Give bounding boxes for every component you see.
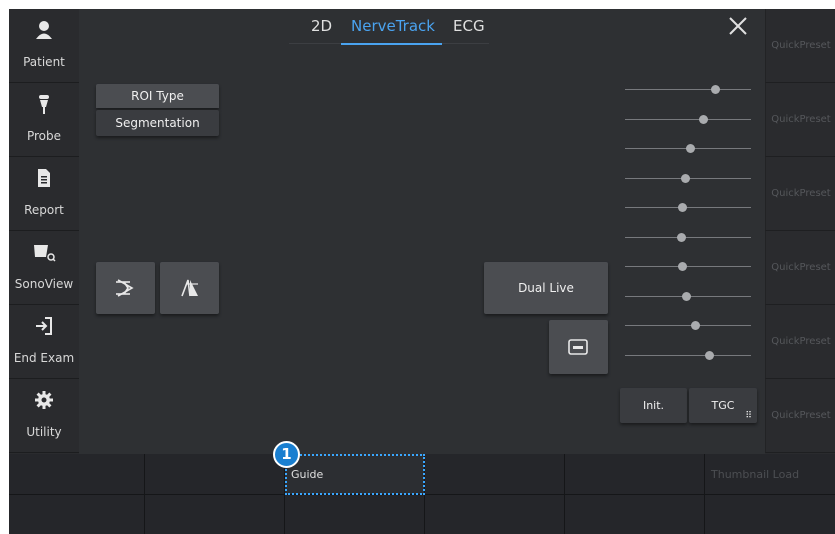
tgc-slider-track[interactable]: [625, 118, 751, 120]
soft-key-7[interactable]: [9, 495, 145, 534]
tgc-button[interactable]: TGC ⠿: [689, 388, 757, 423]
needle-icon: [181, 279, 198, 297]
display-icon: [568, 339, 588, 355]
soft-key-10[interactable]: [425, 495, 565, 534]
roi-type-button[interactable]: ROI Type: [96, 84, 219, 108]
nav-item-patient[interactable]: Patient: [9, 9, 79, 83]
quick-preset-6[interactable]: QuickPreset: [765, 379, 835, 453]
thumbnail-load-button[interactable]: Thumbnail Load: [705, 454, 835, 495]
flip-direction-button[interactable]: [96, 262, 155, 314]
close-button[interactable]: [725, 13, 751, 39]
close-icon: [729, 17, 747, 35]
nav-label: SonoView: [14, 277, 74, 291]
dual-live-button[interactable]: Dual Live: [484, 262, 608, 314]
tgc-slider-track[interactable]: [625, 89, 751, 90]
tgc-label: TGC: [711, 399, 735, 412]
probe-icon: [9, 93, 79, 115]
nav-item-sonoview[interactable]: SonoView: [9, 231, 79, 305]
tab-nervetrack[interactable]: NerveTrack: [351, 17, 435, 35]
soft-key-5[interactable]: [565, 454, 705, 495]
tgc-slider-track[interactable]: [625, 207, 751, 208]
nav-label: Utility: [26, 425, 62, 439]
tgc-slider-knob[interactable]: [678, 262, 688, 271]
soft-key-2[interactable]: [145, 454, 285, 495]
quick-preset-4[interactable]: QuickPreset: [765, 231, 835, 305]
tgc-slider-knob[interactable]: [682, 291, 692, 301]
bottom-soft-keys: Guide Thumbnail Load: [9, 454, 835, 534]
nav-item-probe[interactable]: Probe: [9, 83, 79, 157]
guide-button[interactable]: Guide: [285, 454, 425, 495]
soft-key-4[interactable]: [425, 454, 565, 495]
thumbnail-label: Thumbnail Load: [711, 468, 800, 481]
step-badge: 1: [273, 441, 300, 468]
ultrasound-app: Patient Probe Report SonoView End Exam U…: [9, 9, 835, 534]
nav-item-end-exam[interactable]: End Exam: [9, 305, 79, 379]
gear-icon: [9, 389, 79, 411]
tgc-slider-track[interactable]: [625, 266, 751, 267]
tgc-slider-knob[interactable]: [704, 350, 714, 360]
init-button[interactable]: Init.: [620, 388, 687, 423]
quick-preset-5[interactable]: QuickPreset: [765, 305, 835, 379]
needle-steer-button[interactable]: [160, 262, 219, 314]
nav-label: Probe: [26, 129, 62, 143]
quick-preset-1[interactable]: QuickPreset: [765, 9, 835, 83]
main-panel: 2D NerveTrack ECG ROI Type Segmentation …: [79, 9, 765, 454]
tgc-slider-knob[interactable]: [691, 321, 701, 330]
person-icon: [9, 19, 79, 41]
soft-key-11[interactable]: [565, 495, 705, 534]
nav-label: End Exam: [13, 351, 75, 365]
grip-icon: ⠿: [745, 411, 752, 421]
tgc-slider-track[interactable]: [625, 236, 751, 238]
tab-2d[interactable]: 2D: [311, 17, 332, 35]
sonoview-icon: [9, 241, 79, 263]
soft-key-8[interactable]: [145, 495, 285, 534]
quick-preset-2[interactable]: QuickPreset: [765, 83, 835, 157]
tgc-slider-knob[interactable]: [686, 144, 696, 153]
tgc-slider-knob[interactable]: [698, 114, 708, 124]
exit-icon: [9, 315, 79, 337]
segmentation-button[interactable]: Segmentation: [96, 110, 219, 136]
left-navigation: Patient Probe Report SonoView End Exam U…: [9, 9, 79, 454]
active-tab-indicator: [341, 43, 442, 45]
display-toggle-button[interactable]: [549, 320, 608, 374]
tgc-slider-knob[interactable]: [678, 203, 688, 212]
soft-key-12[interactable]: [705, 495, 835, 534]
tgc-slider-knob[interactable]: [711, 85, 721, 94]
tgc-slider-knob[interactable]: [680, 173, 690, 183]
tgc-slider-track[interactable]: [625, 325, 751, 326]
quick-preset-3[interactable]: QuickPreset: [765, 157, 835, 231]
tgc-slider-track[interactable]: [625, 354, 751, 356]
soft-key-1[interactable]: [9, 454, 145, 495]
nav-item-report[interactable]: Report: [9, 157, 79, 231]
soft-key-9[interactable]: [285, 495, 425, 534]
guide-label: Guide: [291, 468, 324, 481]
nav-label: Report: [24, 203, 64, 217]
steer-left-icon: [116, 279, 134, 297]
tgc-slider-knob[interactable]: [677, 232, 687, 242]
tab-ecg[interactable]: ECG: [453, 17, 485, 35]
nav-label: Patient: [23, 55, 65, 69]
document-icon: [9, 167, 79, 189]
nav-item-utility[interactable]: Utility: [9, 379, 79, 453]
quick-preset-panel: QuickPreset QuickPreset QuickPreset Quic…: [765, 9, 835, 454]
